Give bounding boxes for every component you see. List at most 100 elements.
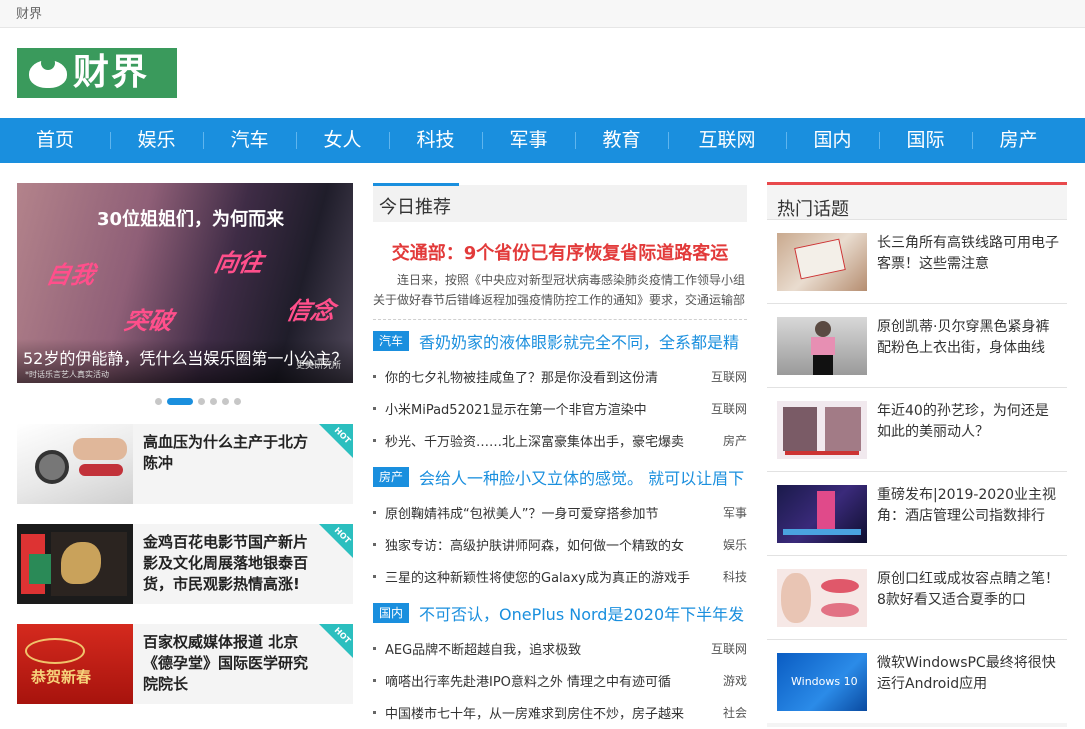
card-thumb-text: 恭贺新春	[31, 668, 92, 686]
news-row[interactable]: AEG品牌不断超越自我，追求极致 互联网	[373, 638, 747, 658]
hot-card[interactable]: 高血压为什么主产于北方陈冲 HOT	[17, 424, 353, 504]
topic-thumbnail[interactable]	[777, 401, 867, 459]
hot-topic-item[interactable]: 原创口红或成妆容点睛之笔！8款好看又适合夏季的口	[767, 555, 1067, 639]
nav-item-domestic[interactable]: 国内	[786, 118, 879, 163]
hot-topic-item[interactable]: 重磅发布|2019-2020业主视角：酒店管理公司指数排行	[767, 471, 1067, 555]
category-lead-link[interactable]: 不可否认，OnePlus Nord是2020年下半年发	[419, 601, 745, 625]
category-tag[interactable]: 房产	[373, 467, 409, 487]
news-category[interactable]: 互联网	[711, 368, 747, 385]
hot-topic-item[interactable]: 年近40的孙艺珍，为何还是如此的美丽动人？	[767, 387, 1067, 471]
category-lead-row[interactable]: 房产 会给人一种脸小又立体的感觉。 就可以让眉下	[373, 466, 747, 488]
category-tag[interactable]: 汽车	[373, 331, 409, 351]
bullet-icon	[373, 511, 376, 514]
nav-item-women[interactable]: 女人	[296, 118, 389, 163]
news-row[interactable]: 秒光、千万验资……北上深富豪集体出手，豪宅爆卖 房产	[373, 430, 747, 450]
banner-overlay-headline: 30位姐姐们，为何而来	[97, 209, 285, 230]
news-category[interactable]: 军事	[723, 504, 747, 521]
news-title[interactable]: 三星的这种新颖性将使您的Galaxy成为真正的游戏手	[385, 567, 703, 586]
news-category[interactable]: 科技	[723, 568, 747, 585]
topic-title[interactable]: 重磅发布|2019-2020业主视角：酒店管理公司指数排行	[877, 485, 1059, 527]
news-title[interactable]: 独家专访：高级护肤讲师阿森，如何做一个精致的女	[385, 535, 703, 554]
news-category[interactable]: 互联网	[711, 400, 747, 417]
nav-item-auto[interactable]: 汽车	[203, 118, 296, 163]
nav-item-military[interactable]: 军事	[482, 118, 575, 163]
topic-thumbnail[interactable]: Windows 10	[777, 653, 867, 711]
topic-thumbnail[interactable]	[777, 485, 867, 543]
card-title[interactable]: 百家权威媒体报道 北京《德孕堂》国际医学研究院院长	[143, 632, 318, 695]
hot-topic-item[interactable]: 原创凯蒂·贝尔穿黑色紧身裤配粉色上衣出街，身体曲线	[767, 303, 1067, 387]
topic-title[interactable]: 原创凯蒂·贝尔穿黑色紧身裤配粉色上衣出街，身体曲线	[877, 317, 1059, 359]
bullet-icon	[373, 679, 376, 682]
topic-title[interactable]: 年近40的孙艺珍，为何还是如此的美丽动人？	[877, 401, 1059, 443]
hot-topic-item[interactable]: 长三角所有高铁线路可用电子客票！这些需注意	[767, 219, 1067, 303]
bullet-icon	[373, 575, 376, 578]
news-row[interactable]: 三星的这种新颖性将使您的Galaxy成为真正的游戏手 科技	[373, 566, 747, 586]
top-headline[interactable]: 交通部：9个省份已有序恢复省际道路客运	[373, 239, 747, 265]
nav-item-education[interactable]: 教育	[575, 118, 668, 163]
header-accent	[373, 183, 459, 186]
card-thumbnail[interactable]: 恭贺新春	[17, 624, 133, 704]
nav-item-entertainment[interactable]: 娱乐	[110, 118, 203, 163]
banner-word: 自我	[44, 261, 98, 289]
banner-word: 向往	[212, 249, 266, 277]
news-row[interactable]: 你的七夕礼物被挂咸鱼了？那是你没看到这份清 互联网	[373, 366, 747, 386]
hot-topic-item[interactable]: Windows 10 微软WindowsPC最终将很快运行Android应用	[767, 639, 1067, 723]
nav-item-international[interactable]: 国际	[879, 118, 972, 163]
nav-item-tech[interactable]: 科技	[389, 118, 482, 163]
carousel-dots	[155, 398, 241, 405]
news-category[interactable]: 娱乐	[723, 536, 747, 553]
topic-thumbnail[interactable]	[777, 569, 867, 627]
news-category[interactable]: 房产	[723, 432, 747, 449]
category-lead-row[interactable]: 国内 不可否认，OnePlus Nord是2020年下半年发	[373, 602, 747, 624]
carousel-dot[interactable]	[198, 398, 205, 405]
carousel-dot[interactable]	[222, 398, 229, 405]
news-category[interactable]: 社会	[723, 704, 747, 721]
topic-thumbnail[interactable]	[777, 317, 867, 375]
category-lead-link[interactable]: 会给人一种脸小又立体的感觉。 就可以让眉下	[419, 465, 745, 489]
hot-card[interactable]: 恭贺新春 百家权威媒体报道 北京《德孕堂》国际医学研究院院长 HOT	[17, 624, 353, 704]
topic-thumbnail[interactable]	[777, 233, 867, 291]
news-row[interactable]: 嘀嗒出行率先赴港IPO意料之外 情理之中有迹可循 游戏	[373, 670, 747, 690]
news-title[interactable]: 嘀嗒出行率先赴港IPO意料之外 情理之中有迹可循	[385, 671, 703, 690]
logo-mark-icon	[25, 54, 71, 92]
main-nav: 首页 娱乐 汽车 女人 科技 军事 教育 互联网 国内 国际 房产	[0, 118, 1085, 163]
carousel-dot[interactable]	[155, 398, 162, 405]
news-row[interactable]: 小米MiPad52021显示在第一个非官方渲染中 互联网	[373, 398, 747, 418]
news-category[interactable]: 互联网	[711, 640, 747, 657]
carousel-dot[interactable]	[234, 398, 241, 405]
news-title[interactable]: 原创鞠婧祎成“包袱美人”？一身可爱穿搭参加节	[385, 503, 703, 522]
category-lead-row[interactable]: 汽车 香奶奶家的液体眼影就完全不同，全系都是精	[373, 330, 747, 352]
topic-title[interactable]: 长三角所有高铁线路可用电子客票！这些需注意	[877, 233, 1059, 275]
recommend-title: 今日推荐	[379, 197, 451, 218]
banner-watermark: 更美研究所	[295, 361, 341, 371]
news-title[interactable]: 中国楼市七十年，从一房难求到房住不炒，房子越来	[385, 703, 703, 722]
site-logo[interactable]: 财界	[17, 48, 177, 98]
nav-item-internet[interactable]: 互联网	[668, 118, 786, 163]
banner-slide[interactable]: 30位姐姐们，为何而来 自我 向往 突破 信念 52岁的伊能静，凭什么当娱乐圈第…	[17, 183, 353, 383]
news-row[interactable]: 中国楼市七十年，从一房难求到房住不炒，房子越来 社会	[373, 702, 747, 722]
news-category[interactable]: 游戏	[723, 672, 747, 689]
nav-item-home[interactable]: 首页	[0, 118, 110, 163]
category-lead-link[interactable]: 香奶奶家的液体眼影就完全不同，全系都是精	[419, 329, 745, 353]
topic-title[interactable]: 微软WindowsPC最终将很快运行Android应用	[877, 653, 1059, 695]
topic-thumb-text: Windows 10	[791, 675, 858, 688]
carousel-dot[interactable]	[210, 398, 217, 405]
card-thumbnail[interactable]	[17, 524, 133, 604]
carousel-dot-active[interactable]	[167, 398, 193, 405]
bullet-icon	[373, 647, 376, 650]
news-row[interactable]: 独家专访：高级护肤讲师阿森，如何做一个精致的女 娱乐	[373, 534, 747, 554]
news-title[interactable]: 秒光、千万验资……北上深富豪集体出手，豪宅爆卖	[385, 431, 703, 450]
hot-topics-title: 热门话题	[777, 199, 849, 220]
hot-card[interactable]: 金鸡百花电影节国产新片影及文化周展落地银泰百货，市民观影热情高涨! HOT	[17, 524, 353, 604]
news-title[interactable]: 小米MiPad52021显示在第一个非官方渲染中	[385, 399, 703, 418]
card-title[interactable]: 金鸡百花电影节国产新片影及文化周展落地银泰百货，市民观影热情高涨!	[143, 532, 318, 595]
news-row[interactable]: 原创鞠婧祎成“包袱美人”？一身可爱穿搭参加节 军事	[373, 502, 747, 522]
topbar: 财界	[0, 0, 1085, 28]
news-title[interactable]: 你的七夕礼物被挂咸鱼了？那是你没看到这份清	[385, 367, 703, 386]
card-title[interactable]: 高血压为什么主产于北方陈冲	[143, 432, 318, 474]
card-thumbnail[interactable]	[17, 424, 133, 504]
topic-title[interactable]: 原创口红或成妆容点睛之笔！8款好看又适合夏季的口	[877, 569, 1059, 611]
category-tag[interactable]: 国内	[373, 603, 409, 623]
nav-item-realestate[interactable]: 房产	[972, 118, 1065, 163]
news-title[interactable]: AEG品牌不断超越自我，追求极致	[385, 639, 703, 658]
